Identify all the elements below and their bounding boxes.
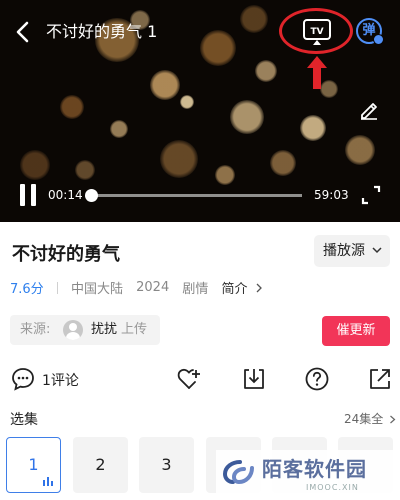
chevron-right-icon <box>256 283 262 292</box>
total-time: 59:03 <box>314 188 349 202</box>
play-source-button[interactable]: 播放源 <box>314 235 390 267</box>
intro-link[interactable]: 简介 <box>222 278 248 297</box>
fullscreen-icon[interactable] <box>360 184 382 206</box>
uploaded-label: 上传 <box>121 322 148 337</box>
player-controls: 00:14 59:03 <box>0 178 400 214</box>
episodes-label: 选集 <box>10 412 38 428</box>
bokeh-light <box>270 150 296 176</box>
tv-highlight-circle <box>279 8 353 54</box>
bokeh-light <box>345 135 375 165</box>
current-time: 00:14 <box>48 188 83 202</box>
action-row: 1评论 <box>0 364 400 394</box>
rating: 7.6分 <box>10 282 44 297</box>
bokeh-light <box>300 115 326 141</box>
video-title: 不讨好的勇气 1 <box>46 22 158 41</box>
episode-item[interactable]: 1 <box>6 437 61 493</box>
bokeh-light <box>110 120 128 138</box>
bokeh-light <box>60 95 84 119</box>
watermark-sub: IMOOC.XIN <box>306 483 359 492</box>
bokeh-light <box>75 160 95 180</box>
pencil-icon[interactable] <box>358 98 380 120</box>
genre: 剧情 <box>182 282 209 297</box>
bokeh-light <box>150 70 180 100</box>
episode-item[interactable]: 3 <box>139 437 194 493</box>
bokeh-light <box>230 100 264 134</box>
chevron-down-icon <box>372 247 382 254</box>
danmu-on-indicator <box>373 34 384 45</box>
watermark-text: 陌客软件园 <box>262 457 367 481</box>
show-title: 不讨好的勇气 <box>12 244 120 265</box>
episodes-total-label: 24集全 <box>344 412 384 426</box>
pause-icon[interactable] <box>20 184 36 206</box>
uploader-name: 扰扰 <box>91 322 118 337</box>
video-player[interactable]: 不讨好的勇气 1 TV 弹 00:14 59:03 <box>0 0 400 222</box>
watermark-logo-icon <box>222 460 254 485</box>
chevron-right-icon <box>390 415 396 424</box>
player-top-bar: 不讨好的勇气 1 TV 弹 <box>0 0 400 89</box>
bokeh-light <box>160 140 198 178</box>
episode-item[interactable]: 2 <box>73 437 128 493</box>
back-arrow-icon[interactable] <box>12 18 34 46</box>
avatar <box>63 320 83 340</box>
help-icon[interactable] <box>304 366 330 392</box>
divider <box>56 281 58 294</box>
favorite-add-icon[interactable] <box>176 366 202 392</box>
uploader-chip[interactable]: 来源: 扰扰 上传 <box>10 315 160 345</box>
source-label: 来源: <box>20 322 51 337</box>
play-source-label: 播放源 <box>323 243 365 259</box>
bokeh-light <box>20 150 50 180</box>
download-icon[interactable] <box>241 366 267 392</box>
bokeh-light <box>180 95 194 109</box>
red-pointer-arrow <box>307 56 327 89</box>
episodes-total-link[interactable]: 24集全 <box>344 410 396 427</box>
watermark: 陌客软件园 IMOOC.XIN <box>216 450 400 500</box>
share-icon[interactable] <box>367 366 393 392</box>
playing-bars-icon <box>43 477 53 486</box>
progress-bar[interactable] <box>84 189 302 202</box>
meta-row: 7.6分 中国大陆 2024 剧情 简介 <box>10 278 263 297</box>
year: 2024 <box>136 280 170 295</box>
comment-count[interactable]: 1评论 <box>42 370 79 390</box>
progress-knob[interactable] <box>84 189 98 202</box>
comment-icon[interactable] <box>10 366 36 392</box>
urge-update-button[interactable]: 催更新 <box>322 316 390 346</box>
region: 中国大陆 <box>70 282 123 297</box>
